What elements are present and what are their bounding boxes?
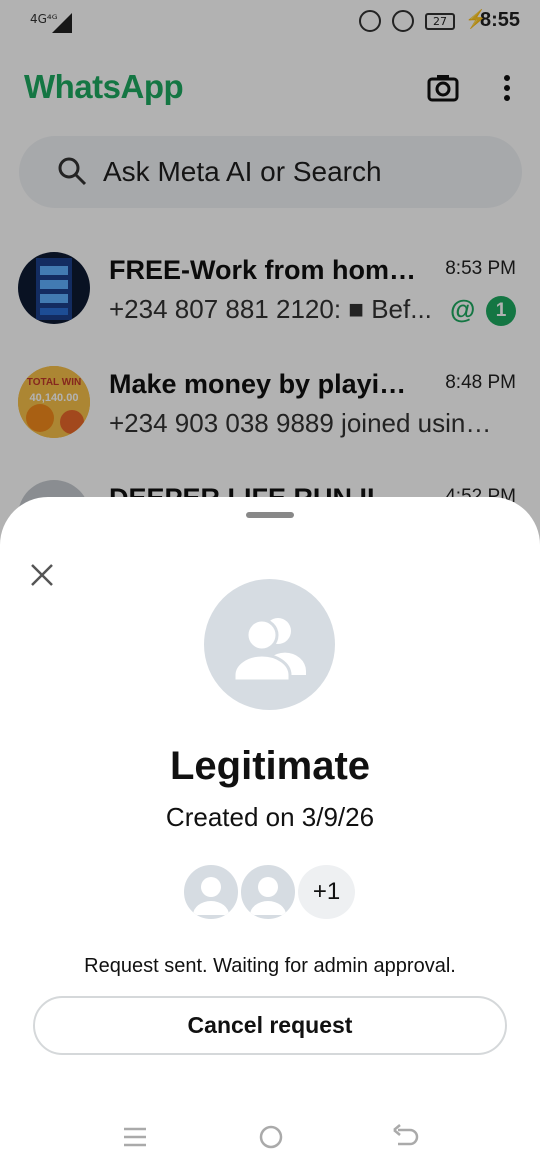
member-avatar (238, 862, 298, 922)
cancel-request-button[interactable]: Cancel request (33, 996, 507, 1055)
drag-handle[interactable] (246, 512, 294, 518)
group-icon (232, 618, 306, 683)
group-avatar (204, 579, 335, 710)
close-icon[interactable] (28, 561, 56, 589)
back-icon[interactable] (390, 1122, 420, 1152)
request-status-text: Request sent. Waiting for admin approval… (84, 955, 456, 977)
menu-icon[interactable] (120, 1122, 150, 1152)
created-date: Created on 3/9/26 (165, 802, 375, 832)
home-icon[interactable] (256, 1122, 286, 1152)
system-nav-bar (0, 1110, 540, 1170)
group-invite-sheet: Legitimate Created on 3/9/26 +1 Request … (0, 497, 540, 1170)
member-avatar (181, 862, 241, 922)
group-name: Legitimate (169, 744, 371, 788)
more-members-count: +1 (295, 862, 358, 922)
